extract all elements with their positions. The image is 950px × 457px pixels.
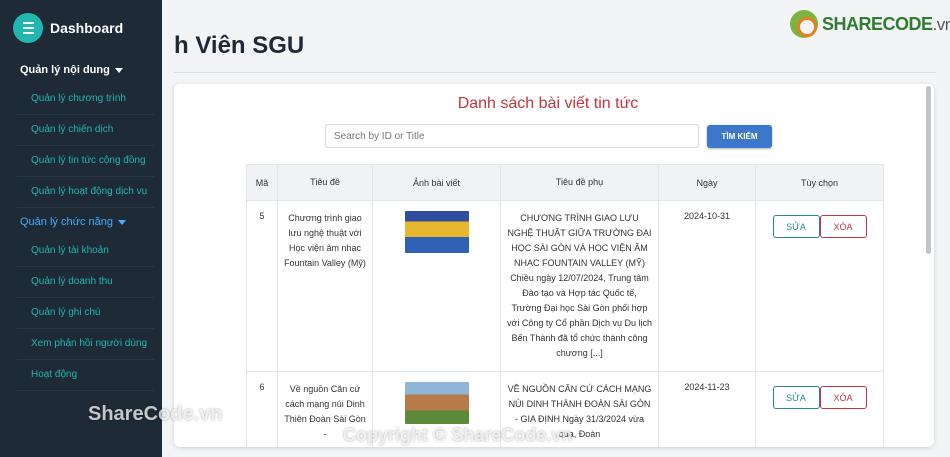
card-title: Danh sách bài viết tin tức [457,95,639,112]
cell-id: 5 [246,200,278,372]
page-title: h Viên SGU [174,32,305,59]
scrollbar-thumb[interactable] [926,86,931,254]
cell-date: 2024-10-31 [658,200,756,372]
nav-group-functions-label: Quản lý chức năng [20,216,113,228]
sidebar-brand: Dashboard [0,0,162,56]
delete-button[interactable]: XÓA [819,215,867,238]
edit-button[interactable]: SỬA [772,386,820,409]
nav-group-content-label: Quản lý nội dung [20,64,110,76]
sidebar: Dashboard Quản lý nội dung Quản lý chươn… [0,0,162,457]
col-header-id: Mã [246,164,278,201]
sharecode-logo-icon [790,10,818,38]
news-table: Mã Tiêu đề Ảnh bài viết Tiêu đề phụ Ngày… [246,164,884,447]
cell-date: 2024-11-23 [658,371,756,447]
table-row: 5 Chương trình giao lưu nghệ thuật với H… [246,200,884,372]
edit-button[interactable]: SỬA [772,215,820,238]
nav-group-functions[interactable]: Quản lý chức năng [0,208,162,236]
brand-title[interactable]: Dashboard [50,20,123,36]
caret-down-icon [117,219,126,225]
sidebar-item-notes[interactable]: Quản lý ghi chú [17,298,154,329]
nav-group-functions-items: Quản lý tài khoản Quản lý doanh thu Quản… [17,236,154,391]
caret-down-icon [114,67,123,73]
cell-subtitle: CHƯƠNG TRÌNH GIAO LƯU NGHỆ THUẬT GIỮA TR… [500,200,659,372]
delete-button[interactable]: XÓA [819,386,867,409]
sharecode-logo: SHARECODE.vn [790,10,950,38]
col-header-options: Tùy chọn [755,164,884,201]
row-actions: SỬA XÓA [772,386,867,409]
sidebar-item-service-activities[interactable]: Quản lý hoạt động dịch vụ [17,177,154,208]
header-divider [174,72,936,73]
news-list-card: Danh sách bài viết tin tức TÌM KIẾM Mã T… [174,84,934,447]
sidebar-item-community-news[interactable]: Quản lý tin tức cộng đồng [17,146,154,177]
col-header-title: Tiêu đề [277,164,373,201]
article-thumbnail [404,382,469,424]
search-button[interactable]: TÌM KIẾM [707,125,772,148]
sidebar-item-revenue[interactable]: Quản lý doanh thu [17,267,154,298]
search-input[interactable] [325,124,699,148]
logo-text-tail: .vn [932,14,950,34]
logo-text-main: SHARECODE [822,13,933,34]
col-header-image: Ảnh bài viết [372,164,501,201]
sidebar-item-accounts[interactable]: Quản lý tài khoản [17,236,154,267]
row-actions: SỬA XÓA [772,215,867,238]
sidebar-item-feedback[interactable]: Xem phản hồi người dùng [17,329,154,360]
nav-group-content[interactable]: Quản lý nội dung [0,56,162,84]
sidebar-item-programs[interactable]: Quản lý chương trình [17,84,154,115]
sidebar-item-campaigns[interactable]: Quản lý chiến dịch [17,115,154,146]
col-header-date: Ngày [658,164,756,201]
cell-id: 6 [246,371,278,447]
nav-group-content-items: Quản lý chương trình Quản lý chiến dịch … [17,84,154,208]
sidebar-item-activity[interactable]: Hoạt động [17,360,154,391]
article-thumbnail [404,211,469,253]
cell-title: Chương trình giao lưu nghệ thuật với Học… [277,200,373,372]
col-header-subtitle: Tiêu đề phụ [500,164,659,201]
table-header-row: Mã Tiêu đề Ảnh bài viết Tiêu đề phụ Ngày… [246,164,884,201]
hamburger-menu-icon[interactable] [13,13,43,43]
watermark-left: ShareCode.vn [88,403,223,425]
watermark-center: Copyright © ShareCode.vn [343,425,573,445]
